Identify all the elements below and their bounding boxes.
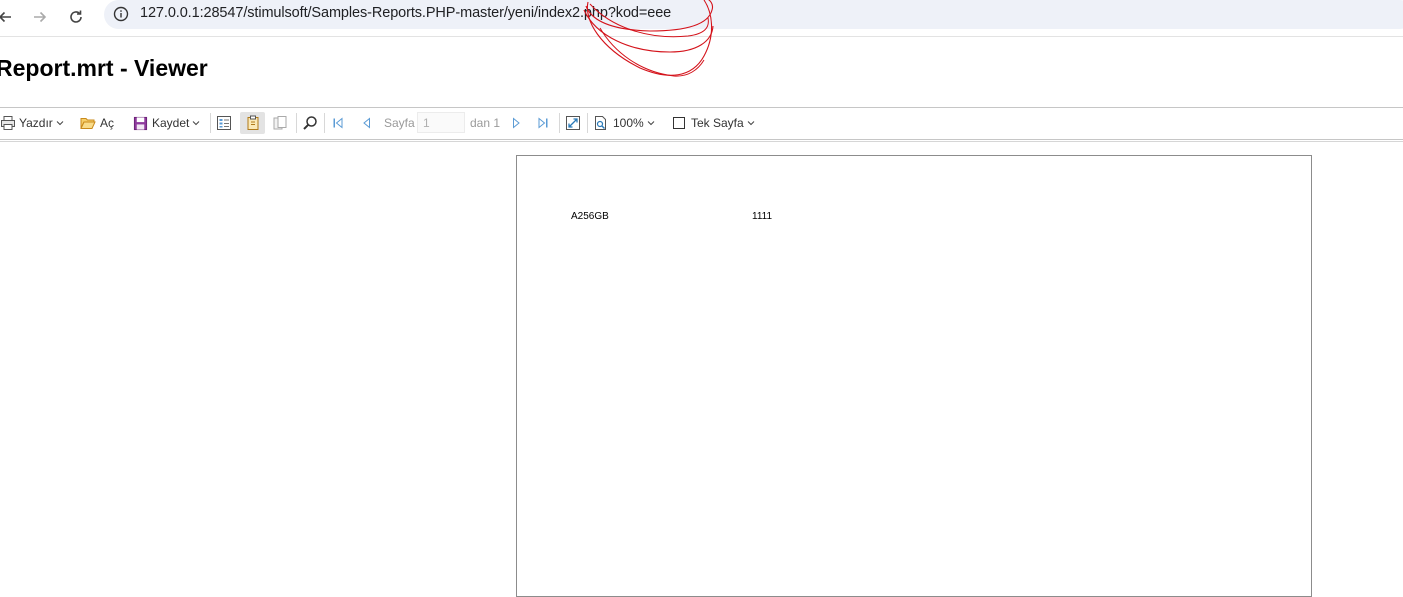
address-bar[interactable]: 127.0.0.1:28547/stimulsoft/Samples-Repor… — [104, 0, 1403, 29]
first-page-icon — [333, 117, 343, 129]
url-path: :28547/stimulsoft/Samples-Reports.PHP-ma… — [199, 5, 672, 21]
toolbar-bottom-border — [0, 141, 1403, 142]
open-label: Aç — [100, 116, 115, 130]
fullscreen-button[interactable] — [565, 112, 581, 134]
first-page-button[interactable] — [331, 112, 345, 134]
url-host: 127.0.0.1 — [140, 5, 200, 21]
zoom-dropdown[interactable]: 100% — [593, 112, 655, 134]
toolbar-divider — [587, 113, 588, 133]
view-mode-label: Tek Sayfa — [691, 116, 744, 130]
chevron-down-icon — [56, 121, 64, 126]
zoom-page-icon — [595, 116, 606, 130]
toolbar-divider — [324, 113, 325, 133]
fullscreen-icon — [566, 116, 580, 130]
report-cell-value: 1111 — [752, 211, 773, 222]
viewer-toolbar: Yazdır Aç Kaydet Sayfa dan 1 — [0, 107, 1403, 140]
browser-toolbar: 127.0.0.1:28547/stimulsoft/Samples-Repor… — [0, 0, 1403, 37]
toolbar-divider — [210, 113, 211, 133]
report-cell-code: A256GB — [571, 211, 609, 222]
print-button[interactable]: Yazdır — [0, 112, 64, 134]
previous-page-button[interactable] — [360, 112, 374, 134]
last-page-button[interactable] — [536, 112, 550, 134]
bookmarks-panel-icon — [217, 116, 231, 130]
page-label: Sayfa — [384, 116, 415, 130]
chevron-down-icon — [193, 121, 200, 126]
page-number-input[interactable] — [417, 112, 465, 133]
info-icon[interactable] — [113, 6, 129, 22]
print-label: Yazdır — [19, 116, 53, 130]
copy-pages-icon — [273, 116, 287, 130]
reload-icon — [70, 10, 82, 23]
arrow-left-icon — [0, 11, 11, 23]
printer-icon — [1, 116, 15, 130]
next-page-button[interactable] — [509, 112, 523, 134]
open-button[interactable]: Aç — [80, 112, 114, 134]
bookmarks-button[interactable] — [216, 112, 232, 134]
toolbar-divider — [559, 113, 560, 133]
save-label: Kaydet — [152, 116, 190, 130]
single-page-icon — [673, 117, 685, 129]
reload-button[interactable] — [63, 4, 89, 30]
clipboard-icon — [247, 115, 258, 130]
page-title: Report.mrt - Viewer — [0, 55, 208, 81]
zoom-label: 100% — [613, 116, 644, 130]
chevron-down-icon — [747, 121, 755, 126]
url-text[interactable]: 127.0.0.1:28547/stimulsoft/Samples-Repor… — [140, 5, 671, 21]
previous-page-icon — [363, 117, 370, 129]
back-button[interactable] — [0, 4, 18, 30]
arrow-right-icon — [34, 11, 47, 23]
magnifier-icon — [303, 116, 317, 130]
chevron-down-icon — [647, 121, 655, 126]
view-mode-dropdown[interactable]: Tek Sayfa — [672, 112, 755, 134]
resources-button[interactable] — [272, 112, 288, 134]
toolbar-divider — [296, 113, 297, 133]
last-page-icon — [538, 117, 548, 129]
next-page-icon — [513, 117, 520, 129]
save-button[interactable]: Kaydet — [133, 112, 200, 134]
report-page: A256GB 1111 — [516, 155, 1312, 597]
forward-button[interactable] — [27, 4, 53, 30]
page-count-label: dan 1 — [470, 116, 501, 130]
floppy-disk-icon — [133, 116, 148, 130]
folder-open-icon — [80, 118, 96, 129]
find-button[interactable] — [302, 112, 318, 134]
parameters-button[interactable] — [240, 112, 265, 134]
